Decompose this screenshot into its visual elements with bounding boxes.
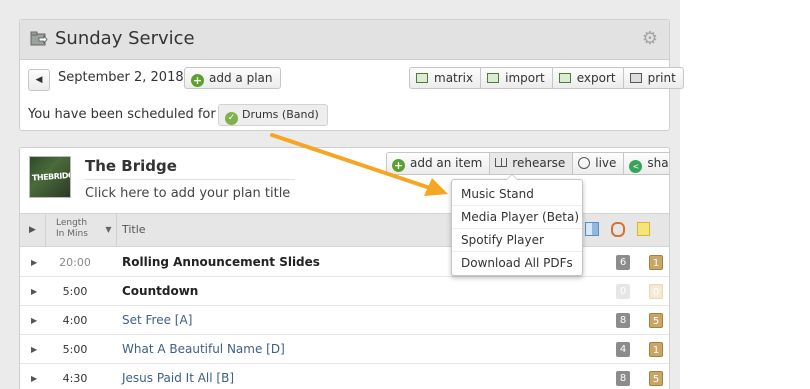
export-icon [558,73,571,83]
note-count[interactable]: 5 [649,371,663,386]
plus-icon: + [191,74,204,87]
menu-item-download-pdfs[interactable]: Download All PDFs [452,252,582,275]
row-length: 20:00 [59,256,91,269]
service-title: Sunday Service [55,28,195,49]
import-button[interactable]: import [480,68,552,88]
schedule-role: Drums (Band) [242,108,319,121]
note-count[interactable]: 1 [649,255,663,270]
matrix-button[interactable]: matrix [410,68,480,88]
clock-icon [578,157,591,169]
service-header: Sunday Service ⚙ [20,20,669,60]
play-icon[interactable]: ▶ [31,335,37,364]
plus-icon: + [392,159,405,172]
columns-icon[interactable] [585,222,599,236]
import-label: import [505,71,545,85]
series-title: The Bridge [85,157,177,175]
add-item-button[interactable]: + add an item [387,153,489,174]
sort-down-icon[interactable]: ▼ [101,214,117,246]
import-icon [487,73,500,83]
export-button[interactable]: export [551,68,623,88]
column-icons [585,222,650,237]
column-length-line1: Length [56,218,88,228]
export-label: export [576,71,616,85]
share-icon: < [629,160,643,173]
rehearse-label: rehearse [512,156,566,170]
note-icon[interactable] [637,222,650,236]
menu-item-spotify-player[interactable]: Spotify Player [452,229,582,252]
plan-actions: + add an item rehearse live < share [386,152,669,175]
share-button[interactable]: < share [623,153,669,174]
row-title[interactable]: What A Beautiful Name [D] [122,335,285,364]
table-row[interactable]: ▶ 5:00 What A Beautiful Name [D] 4 1 [20,335,669,364]
column-title[interactable]: Title [122,214,146,246]
row-length: 5:00 [62,343,88,356]
attachment-count[interactable]: 0 [616,284,630,299]
folder-icon [30,31,48,46]
play-icon[interactable]: ▶ [31,306,37,335]
note-count[interactable]: 1 [649,342,663,357]
column-length-line2: In Mins [56,229,88,239]
row-title[interactable]: Rolling Announcement Slides [122,248,320,277]
attachment-count[interactable]: 6 [616,255,630,270]
note-count[interactable]: 0 [649,284,663,299]
play-all-icon[interactable]: ▶ [20,214,46,246]
check-icon: ✓ [225,112,238,125]
play-icon[interactable]: ▶ [31,277,37,306]
matrix-icon [416,73,428,83]
table-row[interactable]: ▶ 5:00 Countdown 0 0 [20,277,669,306]
row-length: 4:00 [62,314,88,327]
print-label: print [647,71,676,85]
note-count[interactable]: 5 [649,313,663,328]
live-label: live [595,156,617,170]
gear-icon[interactable]: ⚙ [641,30,659,48]
series-artwork-text: THEBRIDGE [31,170,71,183]
table-row[interactable]: ▶ 4:30 Jesus Paid It All [B] 8 5 [20,364,669,389]
attachment-count[interactable]: 8 [616,313,630,328]
table-row[interactable]: ▶ 4:00 Set Free [A] 8 5 [20,306,669,335]
plan-tools: matrix import export print [409,67,684,89]
add-plan-button[interactable]: + add a plan [184,67,282,89]
add-plan-label: add a plan [209,71,273,85]
schedule-role-badge[interactable]: ✓ Drums (Band) [218,104,328,126]
plan-date: September 2, 2018 [58,70,184,85]
title-divider [85,179,295,180]
attachment-count[interactable]: 4 [616,342,630,357]
column-length[interactable]: Length In Mins [47,218,105,240]
play-icon[interactable]: ▶ [31,364,37,389]
paperclip-icon[interactable] [611,222,625,237]
right-margin [680,0,810,389]
plan-title-input[interactable]: Click here to add your plan title [85,186,290,201]
menu-item-media-player[interactable]: Media Player (Beta) [452,206,582,229]
previous-plan-button[interactable]: ◀ [28,69,50,91]
schedule-text: You have been scheduled for [28,107,216,122]
left-triangle-icon: ◀ [35,75,43,85]
rehearse-button[interactable]: rehearse [489,153,573,174]
series-artwork[interactable]: THEBRIDGE [29,156,71,198]
add-item-label: add an item [410,156,483,170]
rehearse-menu: Music Stand Media Player (Beta) Spotify … [451,174,583,276]
row-title[interactable]: Jesus Paid It All [B] [122,364,234,389]
live-button[interactable]: live [572,153,623,174]
print-button[interactable]: print [622,68,683,88]
book-icon [495,158,508,167]
share-label: share [647,156,669,170]
service-panel: Sunday Service ⚙ ◀ September 2, 2018 + ad… [19,19,684,131]
matrix-label: matrix [434,71,474,85]
menu-item-music-stand[interactable]: Music Stand [452,183,582,206]
attachment-count[interactable]: 8 [616,371,630,386]
row-title[interactable]: Set Free [A] [122,306,192,335]
printer-icon [629,73,642,83]
row-title[interactable]: Countdown [122,277,198,306]
row-length: 5:00 [62,285,88,298]
row-length: 4:30 [62,372,88,385]
play-icon[interactable]: ▶ [31,248,37,277]
